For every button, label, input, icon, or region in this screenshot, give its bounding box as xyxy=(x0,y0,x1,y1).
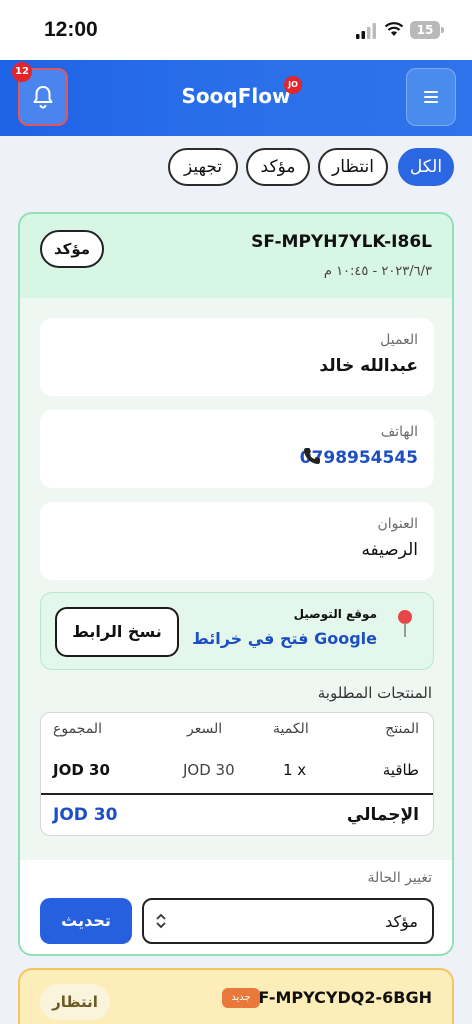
signal-icon xyxy=(356,23,376,39)
country-badge: JO xyxy=(284,76,302,94)
col-header-qty: الكمية xyxy=(273,721,309,737)
order-id: SF-MPYH7YLK-I86L xyxy=(251,232,432,252)
status-time: 12:00 xyxy=(44,18,98,41)
select-chevron-icon xyxy=(156,913,166,929)
phone-icon xyxy=(304,448,320,464)
table-divider xyxy=(41,793,433,795)
order-card: SF-MPYH7YLK-I86L ٢٠٢٣/٦/٣ - ١٠:٤٥ م مؤكد… xyxy=(18,212,454,956)
location-title: موقع التوصيل xyxy=(293,607,377,621)
customer-box: العميل عبدالله خالد xyxy=(40,318,434,396)
cell-product: طاقية xyxy=(382,761,419,779)
delivery-location-box: موقع التوصيل فتح في خرائط Google نسخ الر… xyxy=(40,592,434,670)
notification-count-badge: 12 xyxy=(12,62,32,82)
change-status-label: تغيير الحالة xyxy=(367,870,432,886)
order-card-next[interactable]: SF-MPYCYDQ2-6BGH جديد انتظار xyxy=(18,968,454,1024)
cell-price: JOD 30 xyxy=(183,761,235,779)
cell-sum: JOD 30 xyxy=(53,761,110,779)
new-badge: جديد xyxy=(222,988,260,1008)
customer-label: العميل xyxy=(380,332,418,348)
address-label: العنوان xyxy=(377,516,418,532)
app-header: 12 SooqFlow JO xyxy=(0,60,472,136)
phone-label: الهاتف xyxy=(380,424,418,440)
status-badge: مؤكد xyxy=(40,230,104,268)
order-card-header: SF-MPYH7YLK-I86L ٢٠٢٣/٦/٣ - ١٠:٤٥ م مؤكد xyxy=(20,214,452,298)
hamburger-icon xyxy=(424,91,438,103)
phone-box: الهاتف 0798954545 xyxy=(40,410,434,488)
total-label: الإجمالي xyxy=(346,805,419,825)
map-pin-icon xyxy=(398,610,412,637)
status-bar: 12:00 15 xyxy=(0,0,472,60)
cell-qty: 1 x xyxy=(283,761,307,779)
next-status-badge: انتظار xyxy=(40,984,110,1020)
change-status-section: تغيير الحالة مؤكد تحديث xyxy=(20,860,452,954)
address-value: الرصيفه xyxy=(361,540,418,560)
app-brand: SooqFlow xyxy=(181,84,291,108)
tab-confirmed[interactable]: مؤكد xyxy=(246,148,310,186)
customer-name: عبدالله خالد xyxy=(319,356,418,376)
total-value: JOD 30 xyxy=(53,805,118,825)
products-title: المنتجات المطلوبة xyxy=(317,684,432,702)
products-table: المنتج الكمية السعر المجموع طاقية 1 x JO… xyxy=(40,712,434,836)
status-select-value: مؤكد xyxy=(385,912,418,931)
update-button[interactable]: تحديث xyxy=(40,898,132,944)
battery-indicator: 15 xyxy=(410,21,444,39)
address-box: العنوان الرصيفه xyxy=(40,502,434,580)
tab-waiting[interactable]: انتظار xyxy=(318,148,388,186)
open-maps-link[interactable]: فتح في خرائط Google xyxy=(192,629,377,648)
order-date: ٢٠٢٣/٦/٣ - ١٠:٤٥ م xyxy=(323,264,432,279)
col-header-price: السعر xyxy=(187,721,223,737)
next-order-id: SF-MPYCYDQ2-6BGH xyxy=(246,988,432,1007)
tab-preparing[interactable]: تجهيز xyxy=(168,148,238,186)
col-header-sum: المجموع xyxy=(53,721,102,737)
wifi-icon xyxy=(384,22,404,36)
copy-link-button[interactable]: نسخ الرابط xyxy=(55,607,179,657)
status-select[interactable]: مؤكد xyxy=(142,898,434,944)
col-header-product: المنتج xyxy=(385,721,419,737)
menu-button[interactable] xyxy=(406,68,456,126)
tab-all[interactable]: الكل xyxy=(398,148,454,186)
